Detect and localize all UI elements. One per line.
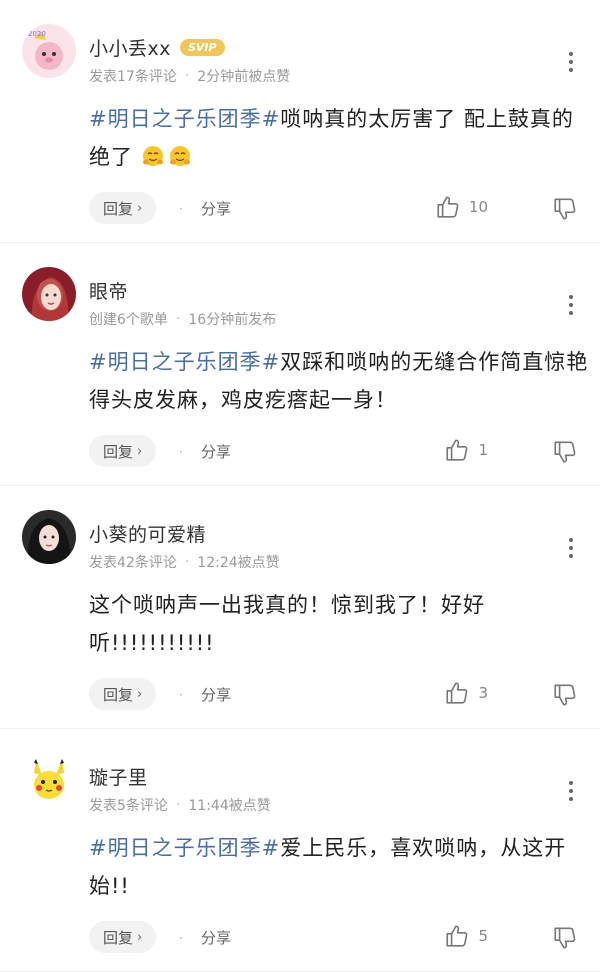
like-button[interactable]: 10 [435,194,488,220]
meta-separator: · [184,554,190,570]
more-options-icon[interactable] [568,534,574,562]
user-stat: 发表5条评论 [89,798,168,814]
like-count: 10 [468,198,488,216]
topic-tag[interactable]: #明日之子乐团季# [89,836,280,860]
chevron-right-icon: › [137,200,143,216]
comment-time: 2分钟前被点赞 [197,69,291,85]
avatar[interactable] [22,753,76,807]
svip-badge: SVIP [180,39,225,56]
comment-item: 眼帝 创建6个歌单 · 16分钟前发布 #明日之子乐团季#双踩和唢呐的无缝合作简… [0,243,600,486]
thumbs-up-icon [437,196,459,218]
reply-label: 回复 [103,685,134,704]
like-button[interactable]: 3 [444,680,488,706]
comment-text: #明日之子乐团季#双踩和唢呐的无缝合作简直惊艳得头皮发麻，鸡皮疙瘩起一身！ [89,343,589,419]
avatar[interactable] [22,510,76,564]
more-options-icon[interactable] [568,48,574,76]
reply-button[interactable]: 回复 › [89,192,157,224]
separator-dot: · [179,688,183,702]
meta-separator: · [175,311,181,327]
comment-text: #明日之子乐团季#爱上民乐，喜欢唢呐，从这开始!! [89,829,589,905]
meta-separator: · [184,68,190,84]
comment-item: 小葵的可爱精 发表42条评论 · 12:24被点赞 这个唢呐声一出我真的！惊到我… [0,486,600,729]
svg-text:2020: 2020 [28,30,46,38]
reply-label: 回复 [103,199,134,218]
user-stat: 发表42条评论 [89,555,177,571]
comment-time: 16分钟前发布 [188,312,277,328]
reply-button[interactable]: 回复 › [89,435,157,467]
share-button[interactable]: 分享 [201,441,231,462]
reply-label: 回复 [103,442,134,461]
comment-text: 这个唢呐声一出我真的！惊到我了！好好听!!!!!!!!!!! [89,586,589,662]
hug-emoji-icon [169,146,190,166]
user-stat: 发表17条评论 [89,69,177,85]
like-count: 1 [478,441,488,459]
comment-time: 12:24被点赞 [197,555,280,571]
comment-text: #明日之子乐团季#唢呐真的太厉害了 配上鼓真的绝了 [89,100,589,176]
thumbs-down-icon [554,927,576,949]
reply-button[interactable]: 回复 › [89,921,157,953]
like-button[interactable]: 1 [444,437,488,463]
comment-body: 这个唢呐声一出我真的！惊到我了！好好听!!!!!!!!!!! [89,593,485,655]
comment-item: 璇子里 发表5条评论 · 11:44被点赞 #明日之子乐团季#爱上民乐，喜欢唢呐… [0,729,600,972]
dislike-button[interactable] [552,196,578,222]
share-button[interactable]: 分享 [201,927,231,948]
share-button[interactable]: 分享 [201,684,231,705]
thumbs-up-icon [446,682,468,704]
thumbs-down-icon [554,441,576,463]
thumbs-up-icon [446,439,468,461]
share-button[interactable]: 分享 [201,198,231,219]
dislike-button[interactable] [552,925,578,951]
more-options-icon[interactable] [568,777,574,805]
like-count: 3 [478,684,488,702]
dislike-button[interactable] [552,682,578,708]
hug-emoji-icon [142,146,163,166]
chevron-right-icon: › [137,686,143,702]
user-stat: 创建6个歌单 [89,312,168,328]
like-count: 5 [478,927,488,945]
comment-time: 11:44被点赞 [188,798,271,814]
separator-dot: · [179,445,183,459]
meta-separator: · [175,797,181,813]
reply-button[interactable]: 回复 › [89,678,157,710]
thumbs-down-icon [554,198,576,220]
topic-tag[interactable]: #明日之子乐团季# [89,107,280,131]
topic-tag[interactable]: #明日之子乐团季# [89,350,280,374]
comment-item: 2020 小小丢xx SVIP 发表17条评论 · 2分钟前被点赞 #明日之子乐… [0,0,600,243]
thumbs-up-icon [446,925,468,947]
avatar[interactable]: 2020 [22,24,76,78]
dislike-button[interactable] [552,439,578,465]
avatar[interactable] [22,267,76,321]
username[interactable]: 眼帝 [89,277,128,304]
chevron-right-icon: › [137,443,143,459]
reply-label: 回复 [103,928,134,947]
username[interactable]: 小小丢xx [89,34,171,61]
thumbs-down-icon [554,684,576,706]
username[interactable]: 小葵的可爱精 [89,520,206,547]
separator-dot: · [179,202,183,216]
chevron-right-icon: › [137,929,143,945]
like-button[interactable]: 5 [444,923,488,949]
separator-dot: · [179,931,183,945]
more-options-icon[interactable] [568,291,574,319]
username[interactable]: 璇子里 [89,763,148,790]
